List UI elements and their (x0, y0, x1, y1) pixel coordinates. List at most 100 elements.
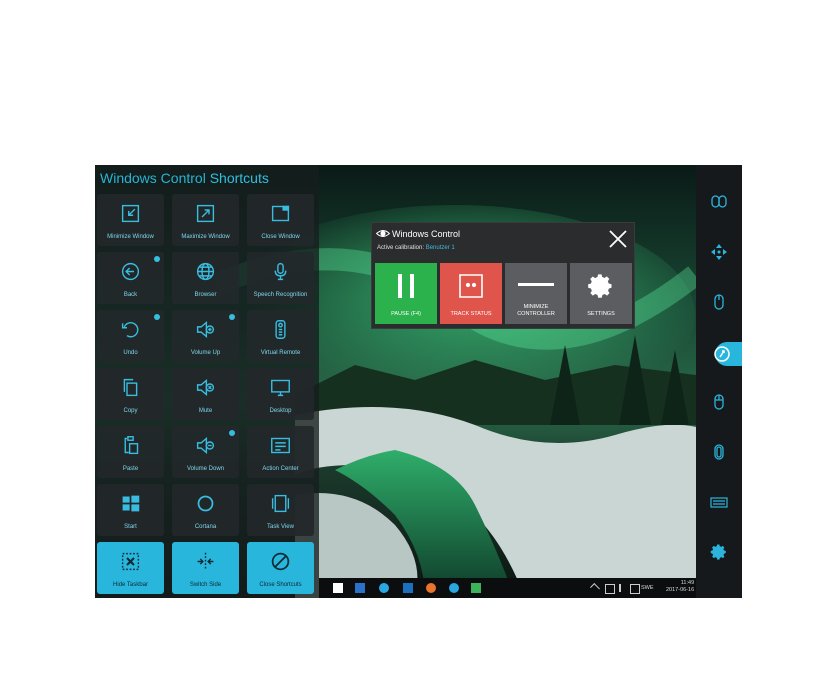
volume-down-tile[interactable]: Volume Down (172, 426, 239, 478)
hide-taskbar-tile[interactable]: Hide Taskbar (97, 542, 164, 594)
copy-tile[interactable]: Copy (97, 368, 164, 420)
action-center-icon (271, 437, 290, 454)
track-status-button[interactable]: TRACK STATUS (440, 263, 502, 324)
close-icon[interactable] (608, 229, 628, 249)
desktop-screen: Windows Control Shortcuts Minimize Windo… (95, 165, 742, 598)
tile-label: Close Shortcuts (259, 582, 302, 588)
undo-tile[interactable]: Undo (97, 310, 164, 362)
tile-label: Action Center (262, 466, 299, 472)
skype-app-icon[interactable] (379, 583, 389, 593)
settings-button[interactable]: SETTINGS (570, 263, 632, 324)
rail-right-click-button[interactable] (710, 393, 728, 411)
dialog-title: Windows Control (392, 229, 461, 239)
tile-label: Undo (123, 350, 138, 356)
shortcuts-title: Windows Control Shortcuts (100, 170, 269, 186)
microphone-icon (274, 262, 287, 281)
shortcuts-title-part2: Shortcuts (209, 170, 269, 186)
rail-switch-mouse-button[interactable] (710, 193, 728, 211)
maximize-window-tile[interactable]: Maximize Window (172, 194, 239, 246)
mute-icon (196, 379, 215, 396)
pin-shortcut-icon (714, 346, 730, 362)
start-tile[interactable]: Start (97, 484, 164, 536)
notification-icon[interactable] (630, 584, 640, 594)
rail-scroll-button[interactable] (710, 243, 728, 261)
volume-down-icon (196, 437, 215, 454)
settings-label: SETTINGS (587, 311, 615, 317)
maximize-window-icon (196, 204, 215, 223)
rail-shortcuts-button[interactable] (713, 345, 731, 363)
tile-label: Desktop (269, 408, 292, 414)
close-window-tile[interactable]: Close Window (247, 194, 314, 246)
language-indicator[interactable]: SWE (641, 585, 654, 591)
mute-tile[interactable]: Mute (172, 368, 239, 420)
tile-label: Task View (267, 524, 294, 530)
hide-taskbar-icon (121, 552, 140, 571)
clock-time: 11:49 (680, 580, 695, 586)
tobii-side-rail (696, 165, 742, 598)
clock-date: 2017-06-16 (666, 587, 695, 593)
calibration-value[interactable]: Benutzer 1 (426, 245, 455, 251)
cortana-tile[interactable]: Cortana (172, 484, 239, 536)
pin-indicator-icon (229, 314, 235, 320)
pin-indicator-icon (154, 256, 160, 262)
minimize-controller-button[interactable]: MINIMIZE CONTROLLER (505, 263, 567, 324)
undo-icon (121, 322, 139, 338)
close-window-icon (271, 205, 290, 222)
switch-side-icon (197, 552, 214, 571)
shortcuts-panel: Windows Control Shortcuts Minimize Windo… (95, 165, 319, 598)
speech-recognition-tile[interactable]: Speech Recognition (247, 252, 314, 304)
switch-side-tile[interactable]: Switch Side (172, 542, 239, 594)
taskbar: SWE 11:49 2017-06-16 (319, 578, 696, 598)
network-icon[interactable] (605, 584, 615, 594)
windows-logo-icon (122, 495, 140, 512)
tile-label: Back (123, 292, 138, 298)
mail-app-icon[interactable] (403, 583, 413, 593)
shortcuts-title-part1: Windows Control (100, 170, 206, 186)
monitor-icon (271, 379, 290, 397)
skype-business-app-icon[interactable] (449, 583, 459, 593)
minimize-dash-icon (518, 283, 554, 286)
volume-up-tile[interactable]: Volume Up (172, 310, 239, 362)
pause-button-label: PAUSE (F4) (391, 311, 421, 317)
calibration-line: Active calibration: Benutzer 1 (377, 245, 455, 251)
desktop-tile[interactable]: Desktop (247, 368, 314, 420)
tobii-app-icon[interactable] (471, 583, 481, 593)
globe-icon (196, 262, 215, 281)
browser-tile[interactable]: Browser (172, 252, 239, 304)
rail-settings-button[interactable] (710, 543, 728, 561)
task-view-tile[interactable]: Task View (247, 484, 314, 536)
minimize-window-tile[interactable]: Minimize Window (97, 194, 164, 246)
dual-mouse-icon (711, 195, 727, 208)
track-status-icon (459, 274, 483, 298)
paste-tile[interactable]: Paste (97, 426, 164, 478)
back-tile[interactable]: Back (97, 252, 164, 304)
rail-keyboard-button[interactable] (710, 493, 728, 511)
copy-icon (123, 378, 138, 397)
paste-icon (124, 436, 139, 455)
tile-label: Start (124, 524, 137, 530)
rail-left-click-button[interactable] (710, 293, 728, 311)
pause-icon (398, 274, 414, 298)
close-shortcuts-tile[interactable]: Close Shortcuts (247, 542, 314, 594)
outlook-app-icon[interactable] (355, 583, 365, 593)
chevron-up-icon[interactable] (590, 583, 600, 593)
tile-label: Hide Taskbar (113, 582, 148, 588)
volume-icon[interactable] (619, 584, 629, 592)
pin-indicator-icon (229, 430, 235, 436)
pause-button[interactable]: PAUSE (F4) (375, 263, 437, 324)
windows-control-dialog: Windows Control Active calibration: Benu… (371, 222, 635, 329)
tile-label: Minimize Window (107, 234, 154, 240)
pin-indicator-icon (154, 314, 160, 320)
firefox-app-icon[interactable] (426, 583, 436, 593)
store-app-icon[interactable] (333, 583, 343, 593)
close-shortcuts-icon (271, 552, 290, 571)
virtual-remote-tile[interactable]: Virtual Remote (247, 310, 314, 362)
tile-label: Virtual Remote (260, 350, 301, 356)
action-center-tile[interactable]: Action Center (247, 426, 314, 478)
task-view-icon (271, 494, 290, 513)
volume-up-icon (196, 321, 215, 338)
clock[interactable]: 11:49 2017-06-16 (666, 580, 694, 594)
rail-double-click-button[interactable] (710, 443, 728, 461)
gear-icon (588, 274, 612, 298)
tile-label: Browser (194, 292, 217, 298)
